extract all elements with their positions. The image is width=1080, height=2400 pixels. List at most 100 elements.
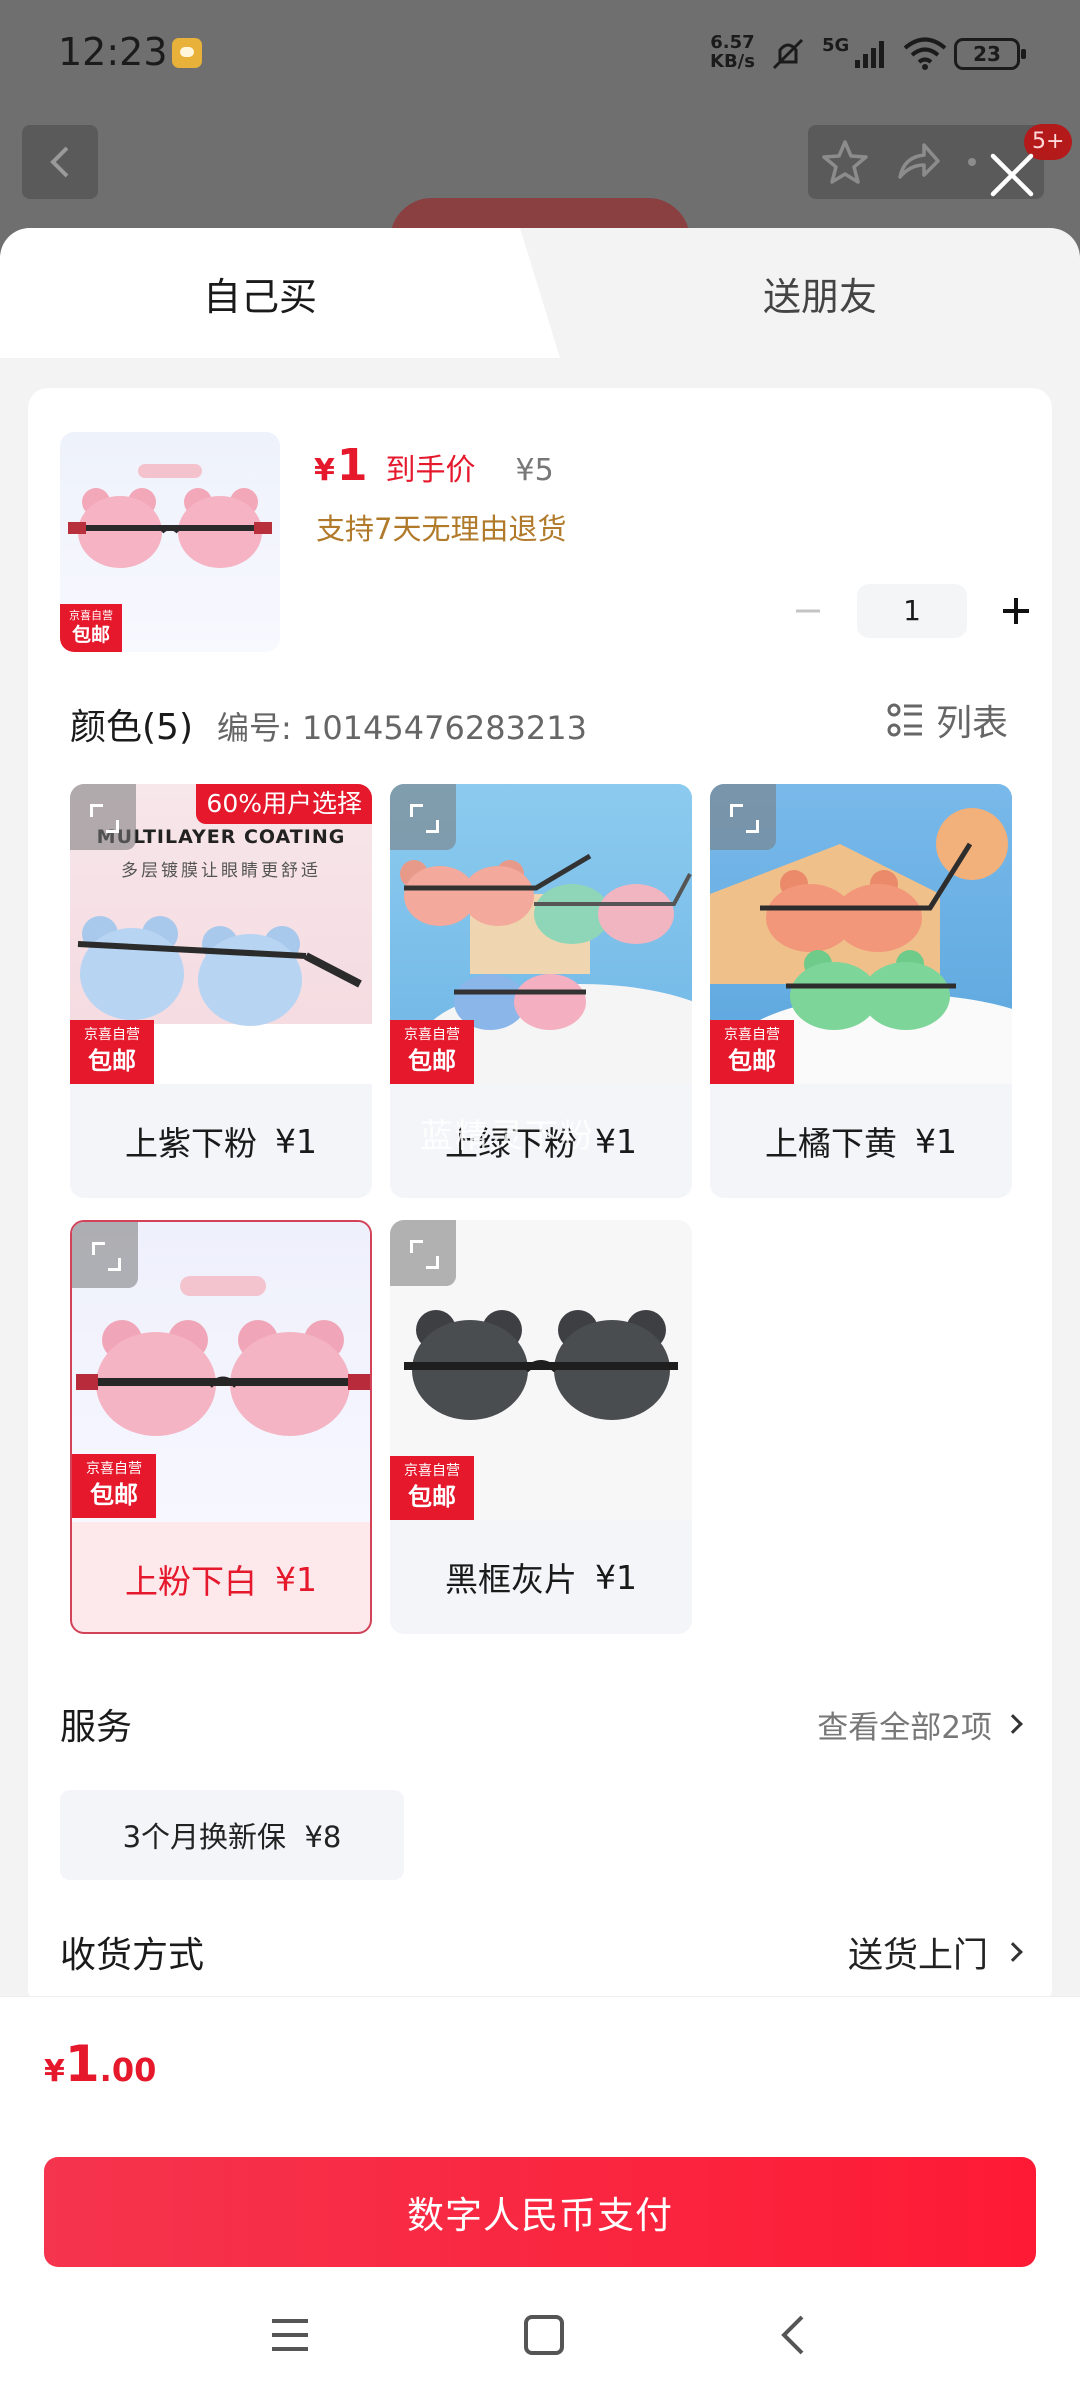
back-button[interactable]	[22, 125, 98, 199]
shipping-value: 送货上门	[847, 1927, 1023, 1978]
battery-icon: 23	[954, 38, 1026, 70]
expand-icon[interactable]	[710, 784, 776, 850]
jd-self-badge: 京喜自营 包邮	[390, 1020, 474, 1084]
jd-self-badge: 京喜自营 包邮	[70, 1020, 154, 1084]
variant-price: ¥1	[915, 1121, 957, 1161]
variant-price: ¥1	[275, 1559, 317, 1599]
original-price: ¥5	[515, 453, 554, 488]
purchase-tabs: 自己买 送朋友	[0, 228, 1080, 358]
chevron-right-icon	[1003, 1942, 1023, 1962]
total-integer: 1	[64, 2035, 100, 2093]
checkout-bar: ¥ 1 .00 数字人民币支付	[0, 1996, 1080, 2400]
shipping-row[interactable]: 收货方式 送货上门	[60, 1926, 1023, 1978]
mute-icon	[772, 38, 804, 70]
badge-top-text: 京喜自营	[86, 1461, 142, 1477]
total-decimal: .00	[99, 2051, 157, 2089]
nav-back-icon[interactable]	[776, 2313, 812, 2357]
status-bar: 12:23 6.57 KB/s 5G 23	[0, 0, 1080, 110]
jd-self-badge: 京喜自营 包邮	[72, 1454, 156, 1518]
service-row: 服务 查看全部2项	[60, 1698, 1023, 1750]
share-icon[interactable]	[892, 137, 942, 187]
decrease-button[interactable]	[783, 586, 833, 636]
price-label: 到手价	[385, 453, 476, 488]
jd-self-badge: 京喜自营 包邮	[60, 604, 122, 652]
variant-price: ¥1	[275, 1121, 317, 1161]
expand-icon[interactable]	[390, 784, 456, 850]
chevron-right-icon	[1003, 1714, 1023, 1734]
net-speed: 6.57 KB/s	[710, 33, 755, 71]
service-view-all[interactable]: 查看全部2项	[817, 1702, 1023, 1747]
close-icon[interactable]	[985, 148, 1039, 202]
product-price: ¥ 1 到手价 ¥5	[314, 440, 554, 491]
variant-card[interactable]: 京喜自营 包邮 黑框灰片 ¥1	[390, 1220, 692, 1634]
home-icon[interactable]	[522, 2313, 566, 2357]
increase-button[interactable]	[991, 586, 1041, 636]
menu-icon[interactable]	[268, 2315, 312, 2355]
list-label: 列表	[935, 703, 1008, 744]
net-speed-value: 6.57	[710, 32, 755, 53]
badge-top-text: 京喜自营	[724, 1027, 780, 1043]
expand-icon[interactable]	[70, 784, 136, 850]
variant-label: 上橘下黄 ¥1	[710, 1084, 1012, 1198]
variant-name: 上紫下粉	[125, 1124, 257, 1163]
badge-top-text: 京喜自营	[404, 1027, 460, 1043]
popular-badge: 60%用户选择	[196, 784, 372, 824]
price-currency: ¥	[314, 453, 335, 488]
variant-price: ¥1	[595, 1557, 637, 1597]
variant-name: 黑框灰片	[445, 1560, 577, 1599]
variant-name: 上粉下白	[125, 1562, 257, 1601]
variant-label: 黑框灰片 ¥1	[390, 1520, 692, 1634]
watermark-overlay: 蓝精灵下粉	[420, 1116, 595, 1155]
wifi-icon	[904, 37, 947, 70]
expand-icon[interactable]	[72, 1222, 138, 1288]
status-time: 12:23	[58, 30, 168, 74]
badge-bottom-text: 包邮	[728, 1047, 776, 1075]
variant-card-selected[interactable]: 京喜自营 包邮 上粉下白 ¥1	[70, 1220, 372, 1634]
plus-icon	[1003, 598, 1029, 624]
sheet-content: 京喜自营 包邮 ¥ 1 到手价 ¥5 支持7天无理由退货 1 颜色(5) 编号:…	[28, 388, 1052, 2008]
tab-buy-self-label: 自己买	[202, 274, 317, 319]
expand-icon[interactable]	[390, 1220, 456, 1286]
purchase-sheet: 自己买 送朋友 京喜自营 包邮 ¥ 1 到手价 ¥5 支持7天无理由退货 1 颜…	[0, 228, 1080, 2400]
tab-buy-self[interactable]: 自己买	[0, 228, 560, 358]
jd-self-badge: 京喜自营 包邮	[390, 1456, 474, 1520]
network-type: 5G	[822, 34, 850, 56]
variant-price: ¥1	[595, 1121, 637, 1161]
status-icons: 5G	[768, 34, 947, 74]
badge-bottom-text: 包邮	[408, 1047, 456, 1075]
product-thumbnail[interactable]: 京喜自营 包邮	[60, 432, 280, 652]
variant-card[interactable]: MULTILAYER COATING 多层镀膜让眼睛更舒适 60%用户选择 京喜…	[70, 784, 372, 1198]
notification-app-icon	[172, 38, 202, 68]
tab-gift[interactable]: 送朋友	[560, 228, 1080, 358]
variant-label: 上粉下白 ¥1	[72, 1522, 370, 1632]
system-nav-bar	[0, 2270, 1080, 2400]
return-policy: 支持7天无理由退货	[316, 512, 567, 546]
badge-top-text: 京喜自营	[84, 1027, 140, 1043]
variant-name: 上橘下黄	[765, 1124, 897, 1163]
net-speed-unit: KB/s	[710, 51, 755, 72]
product-code: 编号: 10145476283213	[217, 709, 587, 747]
star-icon[interactable]	[820, 137, 870, 187]
color-title: 颜色(5)	[70, 707, 193, 748]
pay-button[interactable]: 数字人民币支付	[44, 2157, 1036, 2267]
badge-top-text: 京喜自营	[69, 609, 113, 622]
list-icon	[887, 703, 922, 737]
variant-card[interactable]: 京喜自营 包邮 上橘下黄 ¥1	[710, 784, 1012, 1198]
minus-icon	[796, 609, 820, 613]
shipping-method: 送货上门	[847, 1935, 988, 1976]
service-option[interactable]: 3个月换新保 ¥8	[60, 1790, 404, 1880]
badge-bottom-text: 包邮	[71, 624, 110, 646]
signal-icon	[855, 41, 885, 68]
badge-bottom-text: 包邮	[90, 1481, 138, 1509]
shipping-title: 收货方式	[60, 1935, 205, 1976]
badge-bottom-text: 包邮	[88, 1047, 136, 1075]
back-icon	[50, 146, 69, 178]
jd-self-badge: 京喜自营 包邮	[710, 1020, 794, 1084]
tab-gift-label: 送朋友	[762, 274, 877, 319]
variant-label: 上紫下粉 ¥1	[70, 1084, 372, 1198]
list-view-toggle[interactable]: 列表	[886, 694, 1008, 746]
badge-top-text: 京喜自营	[404, 1463, 460, 1479]
price-value: 1	[336, 440, 368, 491]
quantity-input[interactable]: 1	[857, 584, 967, 638]
color-header: 颜色(5) 编号: 10145476283213	[70, 698, 587, 750]
